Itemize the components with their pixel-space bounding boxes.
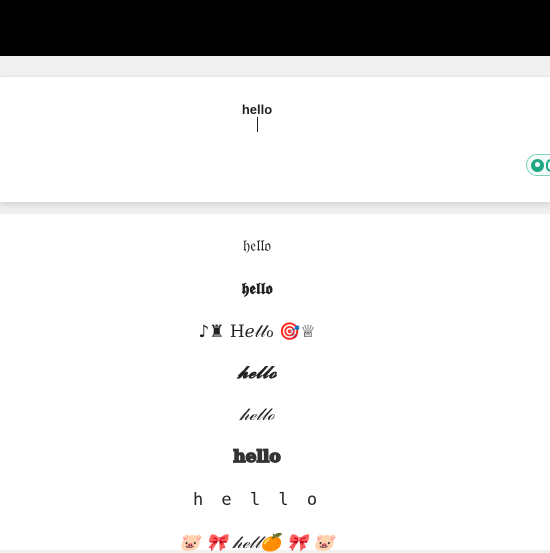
font-result-decorated[interactable]: ♪♜ Hℯ𝓁𝓁ℴ 🎯♕ xyxy=(0,322,514,342)
font-result-double-struck[interactable]: 𝕙𝕖𝕝𝕝𝕠 xyxy=(0,447,514,468)
font-result-bold-fraktur[interactable]: 𝖍𝖊𝖑𝖑𝖔 xyxy=(0,279,514,299)
font-result-bold-script[interactable]: 𝓱𝓮𝓵𝓵𝓸 xyxy=(0,363,514,383)
lightbulb-icon xyxy=(531,158,544,172)
font-results-list: 𝔥𝔢𝔩𝔩𝔬 𝖍𝖊𝖑𝖑𝖔 ♪♜ Hℯ𝓁𝓁ℴ 🎯♕ 𝓱𝓮𝓵𝓵𝓸 𝒽ℯ𝓁𝓁ℴ 𝕙𝕖𝕝𝕝… xyxy=(0,214,550,553)
font-result-spaced[interactable]: h e l l o xyxy=(0,490,514,510)
text-input[interactable]: hello xyxy=(0,102,514,117)
font-result-emoji-decorated[interactable]: 🐷 🎀 𝒽ℯ𝓁𝓁🍊 🎀 🐷 xyxy=(0,533,514,553)
second-icon xyxy=(546,158,550,172)
font-result-script[interactable]: 𝒽ℯ𝓁𝓁ℴ xyxy=(0,405,514,425)
top-header-bar xyxy=(0,0,550,56)
hint-button[interactable] xyxy=(526,154,550,176)
text-caret xyxy=(257,117,258,132)
text-input-card[interactable]: hello xyxy=(0,76,550,202)
font-result-fraktur[interactable]: 𝔥𝔢𝔩𝔩𝔬 xyxy=(0,236,514,256)
